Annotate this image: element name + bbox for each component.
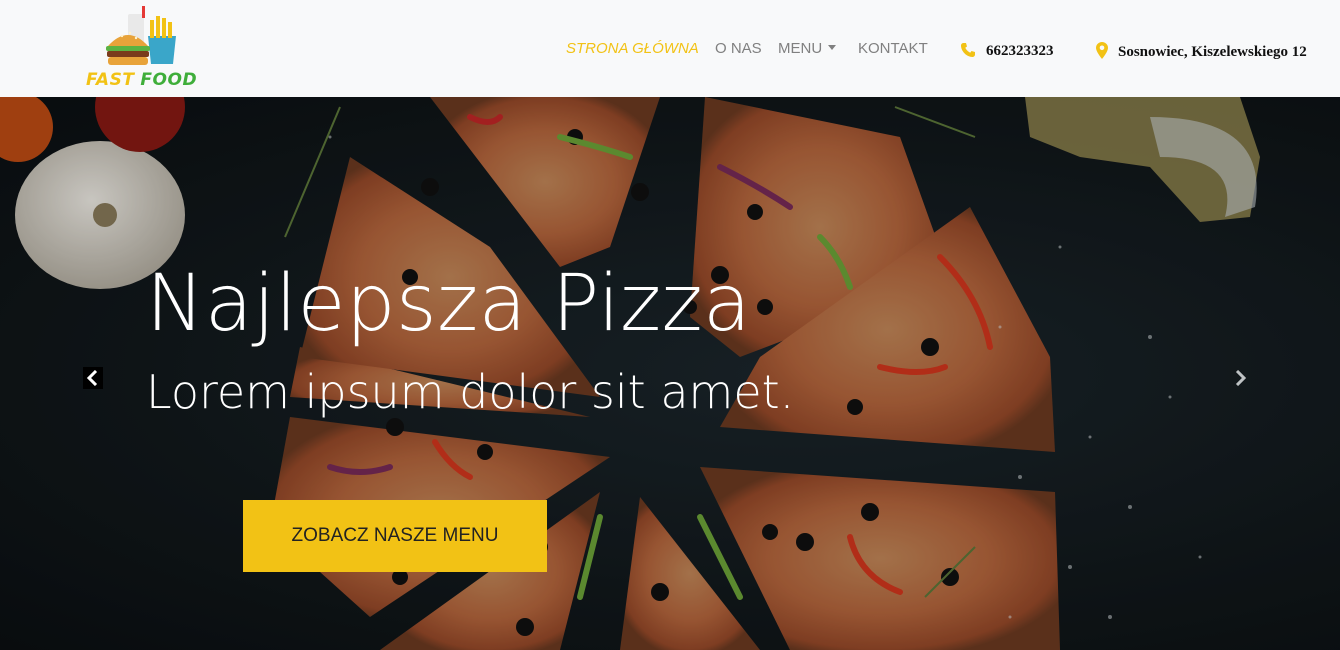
nav-link-home[interactable]: STRONA GŁÓWNA	[566, 40, 699, 57]
fast-food-logo-icon	[106, 6, 176, 65]
address-text: Sosnowiec, Kiszelewskiego 12	[1118, 44, 1307, 60]
hero-title: Najlepsza Pizza	[146, 259, 752, 349]
nav-item-menu[interactable]: MENU	[778, 40, 837, 60]
contact-phone[interactable]: 662323323	[960, 42, 1054, 62]
caret-down-icon[interactable]	[828, 45, 837, 50]
hero-subtitle: Lorem ipsum dolor sit amet.	[146, 365, 795, 419]
nav-link-contact[interactable]: KONTAKT	[858, 40, 928, 57]
phone-icon	[961, 43, 975, 57]
site-header: FAST FOOD STRONA GŁÓWNA O NAS MENU KONTAK…	[0, 0, 1340, 97]
carousel-prev-button[interactable]	[83, 367, 103, 389]
brand-word-fast: FAST	[86, 70, 135, 90]
nav-item-about[interactable]: O NAS	[715, 40, 762, 60]
nav-link-menu[interactable]: MENU	[778, 40, 822, 57]
phone-number: 662323323	[986, 43, 1054, 59]
brand-word-food: FOOD	[140, 70, 198, 90]
contact-address[interactable]: Sosnowiec, Kiszelewskiego 12	[1096, 42, 1307, 62]
chevron-right-icon	[1235, 370, 1247, 386]
nav-link-about[interactable]: O NAS	[715, 40, 762, 57]
chevron-left-icon	[86, 370, 98, 386]
nav-item-contact[interactable]: KONTAKT	[858, 40, 928, 60]
map-marker-icon	[1096, 42, 1108, 59]
nav-item-home[interactable]: STRONA GŁÓWNA	[566, 40, 699, 60]
hero-carousel: Najlepsza Pizza Lorem ipsum dolor sit am…	[0, 97, 1340, 650]
brand-logo[interactable]: FAST FOOD	[86, 6, 206, 94]
carousel-next-button[interactable]	[1230, 367, 1250, 389]
see-menu-button[interactable]: ZOBACZ NASZE MENU	[243, 500, 547, 572]
